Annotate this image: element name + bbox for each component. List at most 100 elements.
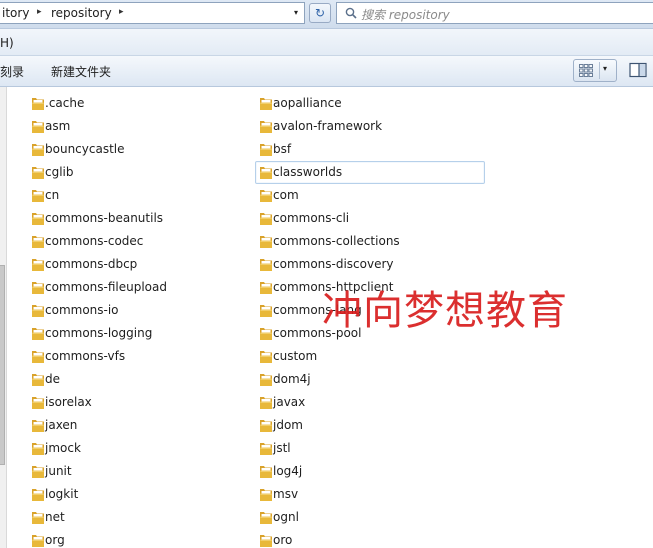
file-column-left: .cache asm bouncycastle cglib cn commons-bean… [27,92,237,548]
folder-item[interactable]: dom4j [255,368,485,391]
folder-item[interactable]: cglib [27,161,237,184]
folder-name: commons-httpclient [273,280,394,294]
folder-icon [260,512,272,524]
folder-item[interactable]: jdom [255,414,485,437]
folder-item[interactable]: commons-lang [255,299,485,322]
search-input[interactable]: 搜索 repository [361,6,450,23]
folder-item[interactable]: bsf [255,138,485,161]
folder-icon [32,420,44,432]
view-thumbnails-icon [579,64,593,77]
folder-item[interactable]: oro [255,529,485,548]
folder-name: aopalliance [273,96,342,110]
folder-item[interactable]: bouncycastle [27,138,237,161]
folder-icon [260,167,272,179]
folder-name: custom [273,349,318,363]
chevron-down-icon[interactable]: ▾ [603,64,607,73]
folder-item[interactable]: jstl [255,437,485,460]
folder-name: javax [273,395,306,409]
navigation-pane-scrollbar[interactable] [0,87,7,548]
burn-button[interactable]: 刻录 [0,63,24,80]
folder-item[interactable]: commons-fileupload [27,276,237,299]
folder-icon [32,351,44,363]
folder-item[interactable]: commons-codec [27,230,237,253]
folder-name: commons-logging [45,326,153,340]
folder-name: commons-codec [45,234,144,248]
folder-name: .cache [45,96,85,110]
folder-item[interactable]: de [27,368,237,391]
folder-name: junit [45,464,72,478]
menu-item-help[interactable]: H) [0,36,14,50]
folder-name: jdom [273,418,303,432]
folder-item[interactable]: .cache [27,92,237,115]
menu-bar: H) [0,29,653,56]
folder-item[interactable]: com [255,184,485,207]
folder-icon [32,190,44,202]
folder-name: asm [45,119,71,133]
folder-item[interactable]: junit [27,460,237,483]
folder-icon [32,236,44,248]
folder-item[interactable]: msv [255,483,485,506]
folder-item[interactable]: ognl [255,506,485,529]
folder-name: commons-vfs [45,349,126,363]
folder-item[interactable]: commons-discovery [255,253,485,276]
folder-item[interactable]: commons-collections [255,230,485,253]
folder-item[interactable]: custom [255,345,485,368]
folder-icon [260,282,272,294]
folder-name: msv [273,487,299,501]
breadcrumb-separator-icon[interactable]: ▸ [37,7,42,17]
folder-name: cn [45,188,60,202]
folder-item[interactable]: jmock [27,437,237,460]
folder-item[interactable]: commons-pool [255,322,485,345]
folder-item[interactable]: jaxen [27,414,237,437]
folder-name: avalon-framework [273,119,383,133]
folder-name: log4j [273,464,303,478]
breadcrumb-separator-icon[interactable]: ▸ [119,7,124,17]
folder-item[interactable]: commons-httpclient [255,276,485,299]
folder-item[interactable]: classworlds [255,161,485,184]
folder-item[interactable]: commons-vfs [27,345,237,368]
folder-item[interactable]: cn [27,184,237,207]
folder-icon [32,144,44,156]
folder-item[interactable]: commons-dbcp [27,253,237,276]
folder-item[interactable]: avalon-framework [255,115,485,138]
folder-icon [260,443,272,455]
folder-item[interactable]: net [27,506,237,529]
preview-pane-icon[interactable] [629,62,647,78]
folder-item[interactable]: logkit [27,483,237,506]
folder-item[interactable]: log4j [255,460,485,483]
folder-item[interactable]: asm [27,115,237,138]
new-folder-button[interactable]: 新建文件夹 [51,63,111,80]
folder-item[interactable]: isorelax [27,391,237,414]
folder-item[interactable]: org [27,529,237,548]
folder-item[interactable]: commons-logging [27,322,237,345]
folder-name: isorelax [45,395,92,409]
folder-item[interactable]: commons-beanutils [27,207,237,230]
address-row: itory ▸ repository ▸ ▾ ↻ 搜索 repository [0,0,653,29]
folder-icon [260,466,272,478]
folder-name: commons-beanutils [45,211,164,225]
folder-icon [260,420,272,432]
change-view-button[interactable]: ▾ [573,59,617,82]
folder-name: ognl [273,510,299,524]
folder-name: commons-discovery [273,257,394,271]
folder-name: logkit [45,487,79,501]
search-box[interactable]: 搜索 repository [336,2,653,24]
address-bar[interactable]: itory ▸ repository ▸ ▾ [0,2,305,24]
refresh-button[interactable]: ↻ [309,3,331,23]
folder-name: bsf [273,142,292,156]
folder-item[interactable]: commons-cli [255,207,485,230]
folder-item[interactable]: javax [255,391,485,414]
folder-icon [260,190,272,202]
folder-name: commons-lang [273,303,362,317]
breadcrumb-repository[interactable]: repository [51,6,112,20]
scrollbar-thumb[interactable] [0,265,5,465]
refresh-icon: ↻ [314,6,326,20]
folder-name: org [45,533,65,547]
folder-item[interactable]: commons-io [27,299,237,322]
breadcrumb-parent[interactable]: itory [2,6,29,20]
folder-name: net [45,510,65,524]
folder-item[interactable]: aopalliance [255,92,485,115]
folder-icon [32,489,44,501]
address-history-dropdown-icon[interactable]: ▾ [288,3,304,23]
folder-icon [32,305,44,317]
